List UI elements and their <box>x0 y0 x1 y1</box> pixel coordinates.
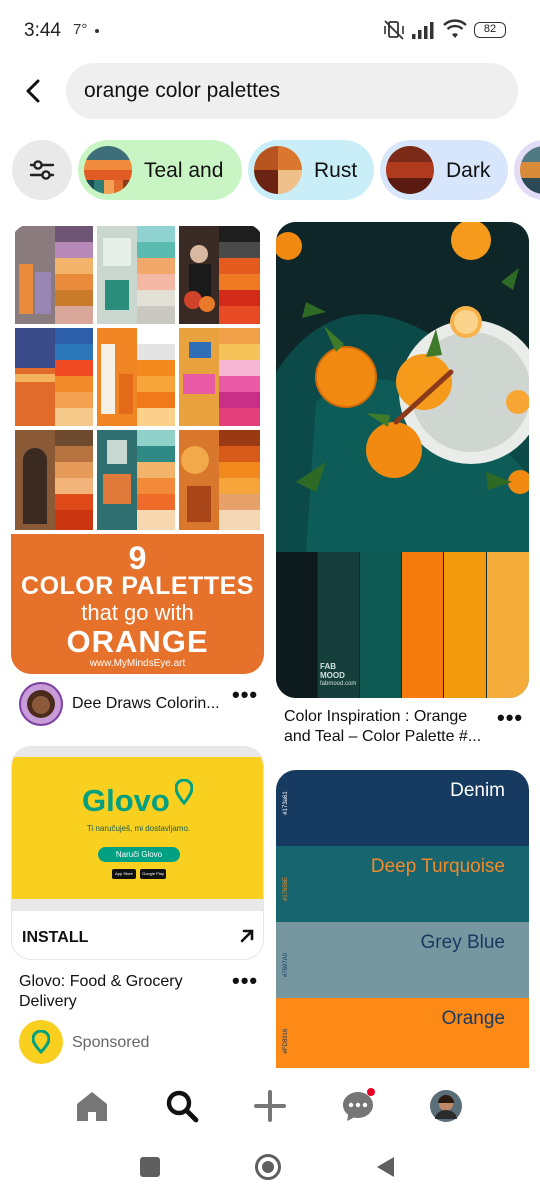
banner-url: www.MyMindsEye.art <box>89 658 186 669</box>
banner-line1: COLOR PALETTES <box>21 572 254 600</box>
swatch <box>487 552 529 698</box>
messages-icon[interactable] <box>338 1086 378 1126</box>
chip-thumbnail <box>520 146 540 194</box>
status-temperature: 7° <box>73 21 88 38</box>
chip-more[interactable] <box>514 140 540 200</box>
glovo-pin-icon <box>32 1030 50 1054</box>
more-options-icon[interactable]: ••• <box>232 682 258 708</box>
filter-chips-row: Teal and Rust Dark <box>0 138 540 204</box>
swatch <box>360 552 401 698</box>
search-query-text: orange color palettes <box>84 79 281 102</box>
palette-row-denim: Denim #173a61 <box>276 770 529 846</box>
chip-thumbnail <box>84 146 132 194</box>
back-triangle-icon[interactable] <box>374 1155 396 1179</box>
ad-title-line1: Glovo: Food & Grocery <box>19 973 183 990</box>
install-button-label[interactable]: INSTALL <box>22 929 88 947</box>
search-icon[interactable] <box>162 1086 202 1126</box>
chip-thumbnail <box>254 146 302 194</box>
swatch <box>444 552 486 698</box>
collage-banner: 9 COLOR PALETTES that go with ORANGE www… <box>11 534 264 674</box>
google-play-badge: Google Play <box>140 869 166 879</box>
fabmood-watermark: FAB MOOD fabmood.com <box>320 662 357 687</box>
chip-label: Teal and <box>144 159 224 182</box>
chip-label: Dark <box>446 159 491 182</box>
system-navigation-bar <box>0 1138 540 1200</box>
chip-rust[interactable]: Rust <box>248 140 374 200</box>
vibrate-off-icon <box>384 20 404 40</box>
ad-creative: Glovo Ti naručuješ, mi dostavljamo. Naru… <box>12 757 263 899</box>
swatch <box>276 552 317 698</box>
plus-icon[interactable] <box>250 1086 290 1126</box>
oranges-photo <box>276 222 529 552</box>
search-input[interactable]: orange color palettes <box>66 63 518 119</box>
chip-teal-and[interactable]: Teal and <box>78 140 242 200</box>
pin-palette[interactable]: Denim #173a61 Deep Turquoise #17656E Gre… <box>276 770 529 1068</box>
banner-line2: that go with <box>81 600 194 625</box>
banner-line3: ORANGE <box>66 624 209 659</box>
ad-title[interactable]: Glovo: Food & Grocery Delivery <box>19 972 219 1012</box>
home-circle-icon[interactable] <box>255 1154 281 1180</box>
filter-button[interactable] <box>12 140 72 200</box>
swatch <box>402 552 443 698</box>
home-icon[interactable] <box>72 1086 112 1126</box>
sponsored-label: Sponsored <box>72 1034 150 1051</box>
glovo-pin-icon <box>175 779 193 805</box>
pin-title-line2: and Teal – Color Palette #... <box>284 728 482 745</box>
pin-author-name[interactable]: Dee Draws Colorin... <box>72 694 222 714</box>
signal-icon <box>412 22 434 39</box>
pin-title-line1: Color Inspiration : Orange <box>284 708 468 725</box>
sliders-icon <box>29 160 55 180</box>
battery-indicator: 82 <box>474 22 506 38</box>
status-bar: 3:44 7° 82 <box>0 0 540 60</box>
pin-collage[interactable]: 9 COLOR PALETTES that go with ORANGE www… <box>11 224 264 674</box>
status-time: 3:44 <box>24 20 61 41</box>
chip-label: Rust <box>314 159 358 182</box>
pin-title[interactable]: Color Inspiration : Orange and Teal – Co… <box>284 707 494 747</box>
bottom-navigation <box>0 1068 540 1138</box>
chevron-left-icon <box>26 79 40 103</box>
notification-dot-icon <box>95 29 99 33</box>
palette-row-orange: Orange #FD8916 <box>276 998 529 1068</box>
teal-swatches: FAB MOOD fabmood.com <box>276 552 529 698</box>
palette-row-deep-turquoise: Deep Turquoise #17656E <box>276 846 529 922</box>
collage-image <box>11 224 264 534</box>
back-button[interactable] <box>16 74 50 108</box>
author-avatar[interactable] <box>19 682 63 726</box>
chip-dark[interactable]: Dark <box>380 140 508 200</box>
ad-tagline: Ti naručuješ, mi dostavljamo. <box>86 824 191 833</box>
wifi-icon <box>443 19 467 38</box>
advertiser-avatar[interactable] <box>19 1020 63 1064</box>
ad-cta-button: Naruči Glovo <box>98 847 180 862</box>
recents-icon[interactable] <box>140 1157 160 1177</box>
ad-title-line2: Delivery <box>19 993 77 1010</box>
app-store-badge: App Store <box>112 869 136 879</box>
ad-glovo[interactable]: Glovo Ti naručuješ, mi dostavljamo. Naru… <box>11 746 264 960</box>
profile-avatar[interactable] <box>426 1086 466 1126</box>
external-arrow-icon[interactable] <box>238 927 256 945</box>
glovo-logo: Glovo <box>82 783 170 818</box>
chip-thumbnail <box>386 146 434 194</box>
palette-row-grey-blue: Grey Blue #7697A0 <box>276 922 529 998</box>
more-options-icon[interactable]: ••• <box>497 705 523 731</box>
pin-teal-orange[interactable]: FAB MOOD fabmood.com <box>276 222 529 698</box>
more-options-icon[interactable]: ••• <box>232 968 258 994</box>
